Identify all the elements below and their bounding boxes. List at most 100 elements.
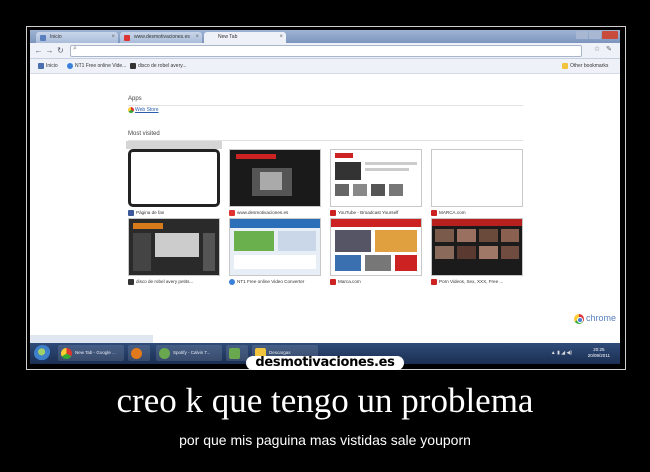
- chrome-icon: [61, 348, 72, 359]
- window-controls: [576, 31, 618, 40]
- tile-caption: Marca.com: [330, 277, 422, 286]
- close-tab-icon[interactable]: ×: [111, 32, 115, 43]
- bookmark-item[interactable]: NT1 Free online Vide...: [67, 61, 126, 71]
- clock[interactable]: 20:25 20/09/2011: [588, 347, 610, 359]
- folder-icon: [562, 63, 568, 69]
- close-tab-icon[interactable]: ×: [195, 32, 199, 43]
- tile-title: NT1 Free online Video Converter: [237, 279, 305, 284]
- tile-title: YouTube - Broadcast Yourself: [338, 210, 399, 215]
- most-visited-tile[interactable]: Marca.com: [330, 218, 422, 286]
- tab-favicon-icon: [124, 35, 130, 41]
- tile-thumbnail: [431, 149, 523, 207]
- search-icon: ⌕: [73, 45, 77, 52]
- most-visited-tile[interactable]: NT1 Free online Video Converter: [229, 218, 321, 286]
- taskbar-item[interactable]: New Tab - Google ...: [58, 345, 124, 361]
- bookmark-label: Inicio: [46, 63, 58, 69]
- taskbar-item[interactable]: [128, 345, 150, 361]
- site-favicon-icon: [128, 279, 134, 285]
- tile-title: Marca.com: [338, 279, 361, 284]
- tile-caption: disco de robel avery petits...: [128, 277, 220, 286]
- tile-caption: NT1 Free online Video Converter: [229, 277, 321, 286]
- close-window-button[interactable]: [602, 31, 618, 39]
- most-visited-tile[interactable]: Porn Videos, Sex, XXX, Free ...: [431, 218, 523, 286]
- site-favicon-icon: [330, 279, 336, 285]
- start-button[interactable]: [34, 345, 51, 362]
- bookmark-label: disco de robel avery...: [138, 63, 187, 69]
- tile-thumbnail: [128, 149, 220, 207]
- taskbar-item-label: New Tab - Google ...: [75, 350, 116, 355]
- most-visited-tile[interactable]: www.desmotivaciones.es: [229, 149, 321, 217]
- bookmark-star-icon[interactable]: ☆: [593, 46, 601, 54]
- tile-thumbnail: [330, 149, 422, 207]
- tab-strip: Inicio × www.desmotivaciones.es × New Ta…: [30, 30, 620, 43]
- bookmark-favicon-icon: [38, 63, 44, 69]
- bookmark-item[interactable]: disco de robel avery...: [130, 61, 187, 71]
- tile-thumbnail: [128, 218, 220, 276]
- most-visited-tile[interactable]: YouTube - Broadcast Yourself: [330, 149, 422, 217]
- most-visited-tile[interactable]: disco de robel avery petits...: [128, 218, 220, 286]
- screenshot: Inicio × www.desmotivaciones.es × New Ta…: [30, 30, 620, 364]
- spotify-icon: [159, 348, 170, 359]
- browser-toolbar: ← → ↻ ⌕ ☆ ✎: [30, 43, 620, 59]
- clock-date: 20/09/2011: [587, 353, 610, 358]
- wrench-icon[interactable]: ✎: [605, 46, 613, 54]
- tile-thumbnail: [330, 218, 422, 276]
- tile-title: disco de robel avery petits...: [136, 279, 194, 284]
- tile-thumbnail: [229, 149, 321, 207]
- tab-inicio[interactable]: Inicio ×: [36, 32, 118, 43]
- site-favicon-icon: [229, 210, 235, 216]
- tile-title: www.desmotivaciones.es: [237, 210, 289, 215]
- tab-favicon-icon: [40, 35, 46, 41]
- site-favicon-icon: [431, 210, 437, 216]
- taskbar-item-label: Spotify - Calvin T...: [173, 350, 211, 355]
- tab-new-tab[interactable]: New Tab ×: [204, 32, 286, 43]
- tab-label: New Tab: [218, 34, 238, 40]
- site-favicon-icon: [330, 210, 336, 216]
- tile-caption: Página de fan: [128, 208, 220, 217]
- bookmarks-bar: Inicio NT1 Free online Vide... disco de …: [30, 59, 620, 74]
- site-favicon-icon: [431, 279, 437, 285]
- utorrent-icon: [229, 348, 240, 359]
- firefox-icon: [131, 348, 142, 359]
- taskbar-item[interactable]: [226, 345, 248, 361]
- new-tab-page: Apps Web Store Most visited Página de fa…: [30, 74, 620, 342]
- tile-caption: MARCA.com: [431, 208, 523, 217]
- web-store-label: Web Store: [135, 107, 159, 113]
- chrome-brand: chrome: [573, 313, 616, 324]
- most-visited-heading: Most visited: [128, 131, 160, 137]
- tab-desmotivaciones[interactable]: www.desmotivaciones.es ×: [120, 32, 202, 43]
- tile-caption: Porn Videos, Sex, XXX, Free ...: [431, 277, 523, 286]
- tab-label: www.desmotivaciones.es: [134, 34, 190, 40]
- maximize-button[interactable]: [589, 31, 601, 39]
- tile-title: Porn Videos, Sex, XXX, Free ...: [439, 279, 504, 284]
- forward-arrow-icon[interactable]: →: [45, 46, 54, 55]
- other-bookmarks[interactable]: Other bookmarks: [562, 61, 608, 71]
- bookmark-item[interactable]: Inicio: [38, 61, 58, 71]
- reload-icon[interactable]: ↻: [56, 46, 65, 55]
- site-favicon-icon: [229, 279, 235, 285]
- back-arrow-icon[interactable]: ←: [34, 46, 43, 55]
- divider: [128, 105, 523, 106]
- most-visited-tile[interactable]: MARCA.com: [431, 149, 523, 217]
- address-bar[interactable]: ⌕: [70, 45, 582, 57]
- taskbar-item[interactable]: Spotify - Calvin T...: [156, 345, 222, 361]
- status-bar: [30, 335, 153, 343]
- tile-thumbnail: [229, 218, 321, 276]
- minimize-button[interactable]: [576, 31, 588, 39]
- tile-thumbnail: [431, 218, 523, 276]
- web-store-link[interactable]: Web Store: [128, 107, 159, 113]
- bookmark-label: NT1 Free online Vide...: [75, 63, 127, 69]
- tab-label: Inicio: [50, 34, 62, 40]
- tile-toolbar: [126, 141, 222, 149]
- poster-subtitle: por que mis paguina mas vistidas sale yo…: [179, 432, 471, 448]
- chrome-logo-icon: [573, 313, 584, 324]
- apps-heading: Apps: [128, 96, 142, 102]
- site-favicon-icon: [128, 210, 134, 216]
- tile-title: MARCA.com: [439, 210, 466, 215]
- most-visited-tile[interactable]: Página de fan: [126, 141, 222, 217]
- poster-title: creo k que tengo un problema: [116, 381, 534, 420]
- chrome-brand-label: chrome: [585, 313, 616, 323]
- close-tab-icon[interactable]: ×: [279, 32, 283, 43]
- bookmark-favicon-icon: [130, 63, 136, 69]
- system-tray-icons[interactable]: ▲ ▮ ◢ ◀): [551, 350, 572, 356]
